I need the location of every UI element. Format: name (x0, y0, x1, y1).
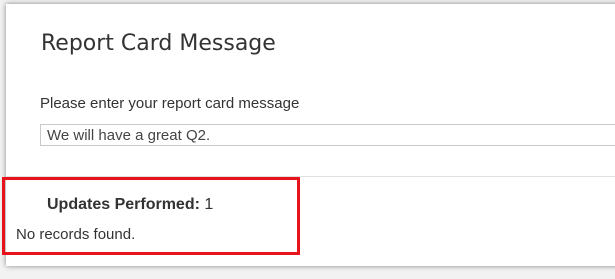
updates-performed-label: Updates Performed: (47, 196, 200, 213)
no-records-message: No records found. (16, 226, 136, 243)
section-divider (6, 176, 615, 177)
updates-performed-line: Updates Performed: 1 (47, 196, 213, 214)
message-prompt-label: Please enter your report card message (40, 95, 300, 112)
report-card-message-input[interactable] (40, 124, 615, 146)
page-title: Report Card Message (41, 31, 276, 56)
updates-performed-count: 1 (204, 196, 214, 213)
